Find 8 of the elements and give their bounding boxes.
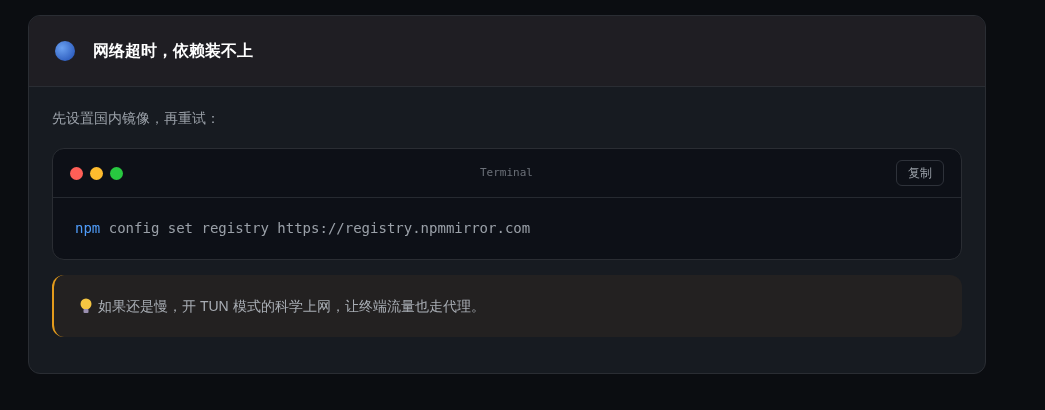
window-controls-icon: [70, 166, 125, 180]
lightbulb-icon: [80, 298, 92, 314]
card-title: 网络超时，依赖装不上: [93, 41, 253, 61]
intro-text: 先设置国内镜像，再重试：: [52, 109, 221, 128]
copy-button[interactable]: 复制: [896, 160, 944, 186]
tip-text: 如果还是慢，开 TUN 模式的科学上网，让终端流量也走代理。: [98, 296, 485, 316]
terminal-title: Terminal: [480, 164, 533, 181]
command-line: npm config set registry https://registry.npmmirror.com: [74, 219, 532, 238]
